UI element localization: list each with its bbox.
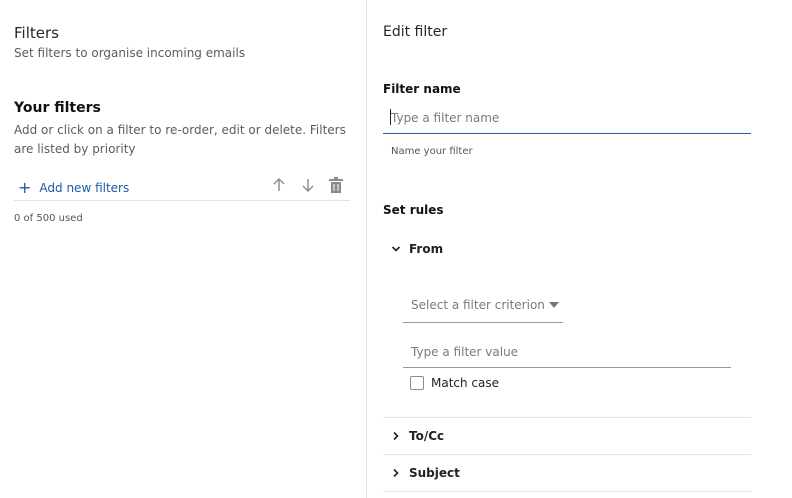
add-new-filters-label: Add new filters [39, 180, 130, 195]
chevron-right-icon [393, 468, 399, 478]
rule-from-label: From [409, 242, 444, 256]
filters-panel: Filters Set filters to organise incoming… [0, 0, 366, 498]
filters-count: 0 of 500 used [14, 213, 83, 224]
set-rules-heading: Set rules [383, 203, 444, 217]
rule-divider-1 [383, 417, 751, 418]
plus-icon: + [18, 178, 32, 197]
rule-divider-3 [383, 491, 751, 492]
page-title: Filters [14, 24, 59, 42]
rule-subject-toggle[interactable]: Subject [391, 466, 460, 480]
text-caret [390, 109, 391, 125]
delete-button[interactable] [328, 177, 344, 198]
edit-filter-title: Edit filter [383, 24, 448, 40]
match-case-label: Match case [431, 376, 500, 390]
match-case-checkbox[interactable] [410, 376, 424, 390]
your-filters-heading: Your filters [14, 100, 101, 116]
chevron-right-icon [393, 431, 399, 441]
arrow-down-icon [302, 179, 314, 192]
criterion-select[interactable]: Select a filter criterion [403, 296, 563, 323]
filter-name-underline [383, 133, 751, 134]
trash-icon [329, 177, 343, 193]
rule-subject-label: Subject [409, 466, 460, 480]
edit-filter-panel: Edit filter Filter name Name your filter… [367, 0, 792, 498]
criterion-select-placeholder: Select a filter criterion [411, 298, 545, 312]
your-filters-description-line1: Add or click on a filter to re-order, ed… [14, 123, 346, 137]
caret-down-icon [549, 302, 559, 308]
filters-divider [14, 200, 350, 201]
rule-from-toggle[interactable]: From [391, 242, 443, 256]
filter-name-input[interactable] [391, 109, 746, 127]
rule-tocc-toggle[interactable]: To/Cc [391, 429, 444, 443]
filter-name-helper: Name your filter [391, 146, 473, 157]
criterion-underline [403, 322, 563, 323]
arrow-up-icon [273, 178, 285, 191]
your-filters-description-line2: are listed by priority [14, 142, 136, 156]
chevron-down-icon [391, 246, 401, 252]
filter-value-input[interactable] [411, 343, 727, 361]
filter-name-label: Filter name [383, 82, 461, 96]
page-subtitle: Set filters to organise incoming emails [14, 46, 246, 60]
move-up-button[interactable] [272, 177, 286, 197]
filter-value-underline [403, 367, 731, 368]
add-new-filters-button[interactable]: + Add new filters [18, 178, 129, 197]
rule-divider-2 [383, 454, 751, 455]
rule-tocc-label: To/Cc [409, 429, 445, 443]
move-down-button[interactable] [301, 177, 315, 197]
